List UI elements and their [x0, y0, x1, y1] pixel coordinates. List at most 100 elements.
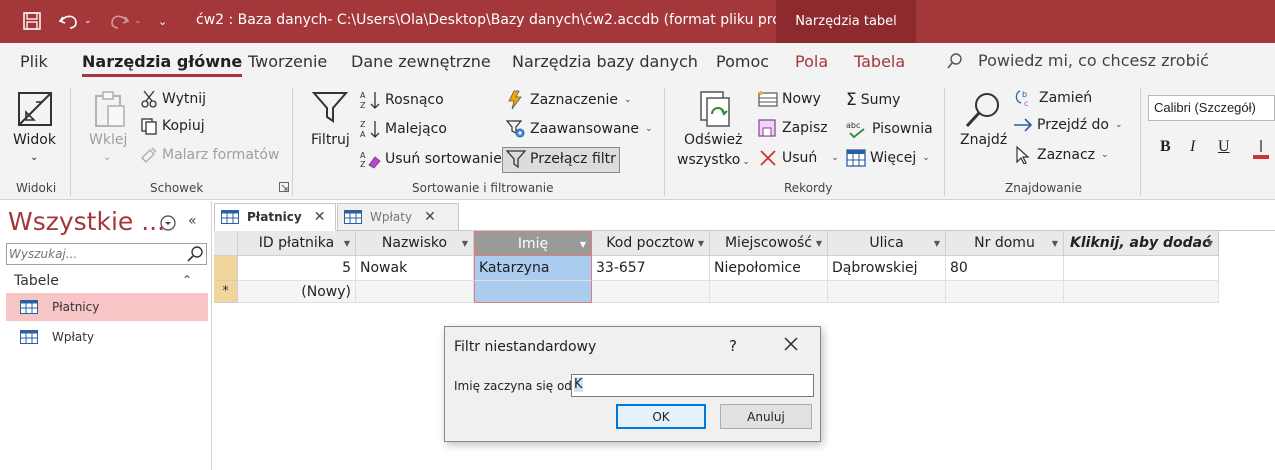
undo-dropdown-icon[interactable]: ⌄: [84, 10, 92, 32]
filter-button[interactable]: Filtruj: [311, 132, 350, 148]
tab-tabela[interactable]: Tabela: [854, 52, 905, 71]
nav-item-wplaty[interactable]: Wpłaty: [6, 323, 208, 351]
column-header[interactable]: Ulica ▼: [828, 231, 946, 256]
column-header[interactable]: ID płatnika ▼: [238, 231, 356, 256]
table-cell[interactable]: 5: [238, 256, 356, 281]
remove-sort-button[interactable]: AZ Usuń sortowanie: [359, 149, 502, 169]
nav-search-input[interactable]: [9, 245, 184, 263]
spelling-button[interactable]: abc Pisownia: [846, 119, 933, 139]
sort-ascending-button[interactable]: AZ Rosnąco: [359, 90, 444, 110]
new-record-selector[interactable]: *: [214, 281, 238, 303]
save-record-button[interactable]: Zapisz: [758, 119, 828, 137]
view-button[interactable]: Widok: [13, 132, 56, 148]
table-cell[interactable]: 33-657: [592, 256, 710, 281]
dialog-launcher-icon[interactable]: [279, 182, 289, 192]
table-cell[interactable]: Nowak: [356, 256, 474, 281]
new-row-cell[interactable]: [710, 281, 828, 303]
help-icon[interactable]: ?: [729, 337, 737, 355]
table-cell[interactable]: Niepołomice: [710, 256, 828, 281]
close-tab-icon[interactable]: ✕: [424, 209, 436, 225]
nav-dropdown-icon[interactable]: [160, 215, 176, 235]
copy-button[interactable]: Kopiuj: [140, 117, 205, 135]
tab-dane-zewnetrzne[interactable]: Dane zewnętrzne: [351, 52, 491, 71]
column-header-selected[interactable]: Imię ▼: [474, 231, 592, 256]
column-dropdown-icon[interactable]: ▼: [462, 239, 468, 248]
column-header[interactable]: Nazwisko ▼: [356, 231, 474, 256]
column-header[interactable]: Miejscowość ▼: [710, 231, 828, 256]
ok-button[interactable]: OK: [616, 404, 706, 429]
find-magnifier-icon[interactable]: [963, 90, 1003, 130]
column-header[interactable]: Nr domu ▼: [946, 231, 1064, 256]
filter-value-input[interactable]: K: [571, 374, 814, 397]
close-icon[interactable]: [783, 336, 799, 356]
column-dropdown-icon[interactable]: ▼: [934, 239, 940, 248]
tell-me-box[interactable]: Powiedz mi, co chcesz zrobić: [946, 51, 1209, 70]
new-row-cell[interactable]: [592, 281, 710, 303]
save-icon[interactable]: [22, 10, 42, 32]
font-name-dropdown[interactable]: Calibri (Szczegół): [1148, 95, 1275, 121]
bold-button[interactable]: B: [1160, 138, 1171, 156]
nav-search-box[interactable]: [6, 243, 207, 265]
tab-plik[interactable]: Plik: [20, 52, 48, 71]
column-filter-icon[interactable]: ▼: [580, 240, 586, 249]
new-row-cell[interactable]: (Nowy): [238, 281, 356, 303]
column-dropdown-icon[interactable]: ▼: [1052, 239, 1058, 248]
add-column-header[interactable]: Kliknij, aby dodać ▼: [1064, 231, 1219, 256]
tab-narzedzia-glowne[interactable]: Narzędzia główne: [82, 52, 243, 77]
table-cell[interactable]: 80: [946, 256, 1064, 281]
table-cell[interactable]: Katarzyna: [474, 256, 592, 281]
refresh-all-button[interactable]: wszystko ⌄: [677, 152, 750, 168]
new-record-button[interactable]: Nowy: [758, 90, 821, 108]
tab-pola[interactable]: Pola: [795, 52, 828, 71]
view-dropdown-icon[interactable]: ⌄: [30, 152, 38, 163]
column-dropdown-icon[interactable]: ▼: [1207, 239, 1213, 248]
cancel-button[interactable]: Anuluj: [720, 404, 812, 429]
goto-button[interactable]: Przejdź do ⌄: [1013, 117, 1123, 133]
refresh-all-label[interactable]: Odśwież: [684, 132, 743, 148]
select-button[interactable]: Zaznacz ⌄: [1013, 146, 1109, 164]
doc-tab-wplaty[interactable]: Wpłaty ✕: [337, 203, 459, 231]
advanced-filter-button[interactable]: Zaawansowane ⌄: [506, 119, 653, 139]
record-selector[interactable]: [214, 256, 238, 281]
section-collapse-icon[interactable]: ⌃: [182, 273, 192, 287]
tab-tworzenie[interactable]: Tworzenie: [248, 52, 327, 71]
filter-funnel-icon[interactable]: [312, 90, 348, 124]
replace-button[interactable]: bc Zamień: [1013, 88, 1092, 108]
table-cell[interactable]: Dąbrowskiej: [828, 256, 946, 281]
column-header[interactable]: Kod pocztow ▼: [592, 231, 710, 256]
font-color-icon[interactable]: [1251, 138, 1271, 160]
new-row-cell[interactable]: [946, 281, 1064, 303]
undo-icon[interactable]: [58, 10, 80, 32]
nav-section-tables[interactable]: Tabele: [14, 273, 59, 289]
selection-filter-button[interactable]: Zaznaczenie ⌄: [506, 90, 632, 110]
italic-button[interactable]: I: [1190, 138, 1195, 156]
column-dropdown-icon[interactable]: ▼: [344, 239, 350, 248]
new-row-cell[interactable]: [356, 281, 474, 303]
select-all-corner[interactable]: [214, 231, 238, 256]
view-icon[interactable]: [16, 90, 54, 128]
nav-item-platnicy[interactable]: Płatnicy: [6, 293, 208, 321]
delete-record-button[interactable]: Usuń ⌄: [758, 149, 839, 167]
new-row-cell[interactable]: [1064, 281, 1219, 303]
find-button[interactable]: Znajdź: [960, 132, 1007, 148]
underline-button[interactable]: U: [1218, 138, 1230, 156]
table-cell[interactable]: [1064, 256, 1219, 281]
close-tab-icon[interactable]: ✕: [314, 209, 326, 225]
search-icon[interactable]: [186, 245, 204, 267]
new-row-cell[interactable]: [474, 281, 592, 303]
tab-pomoc[interactable]: Pomoc: [716, 52, 769, 71]
more-button[interactable]: Więcej ⌄: [846, 149, 930, 167]
column-dropdown-icon[interactable]: ▼: [816, 239, 822, 248]
nav-pane-title[interactable]: Wszystkie ...: [8, 207, 165, 236]
cut-button[interactable]: Wytnij: [140, 90, 206, 108]
sort-descending-button[interactable]: ZA Malejąco: [359, 119, 447, 139]
column-dropdown-icon[interactable]: ▼: [698, 239, 704, 248]
new-row-cell[interactable]: [828, 281, 946, 303]
totals-button[interactable]: Σ Sumy: [846, 90, 900, 110]
customize-toolbar-icon[interactable]: ⌄: [158, 10, 167, 32]
tab-narzedzia-bazy-danych[interactable]: Narzędzia bazy danych: [512, 52, 698, 71]
doc-tab-platnicy[interactable]: Płatnicy ✕: [214, 203, 336, 231]
refresh-all-icon[interactable]: [697, 88, 735, 128]
collapse-nav-icon[interactable]: «: [188, 213, 197, 229]
toggle-filter-button[interactable]: Przełącz filtr: [506, 149, 616, 169]
